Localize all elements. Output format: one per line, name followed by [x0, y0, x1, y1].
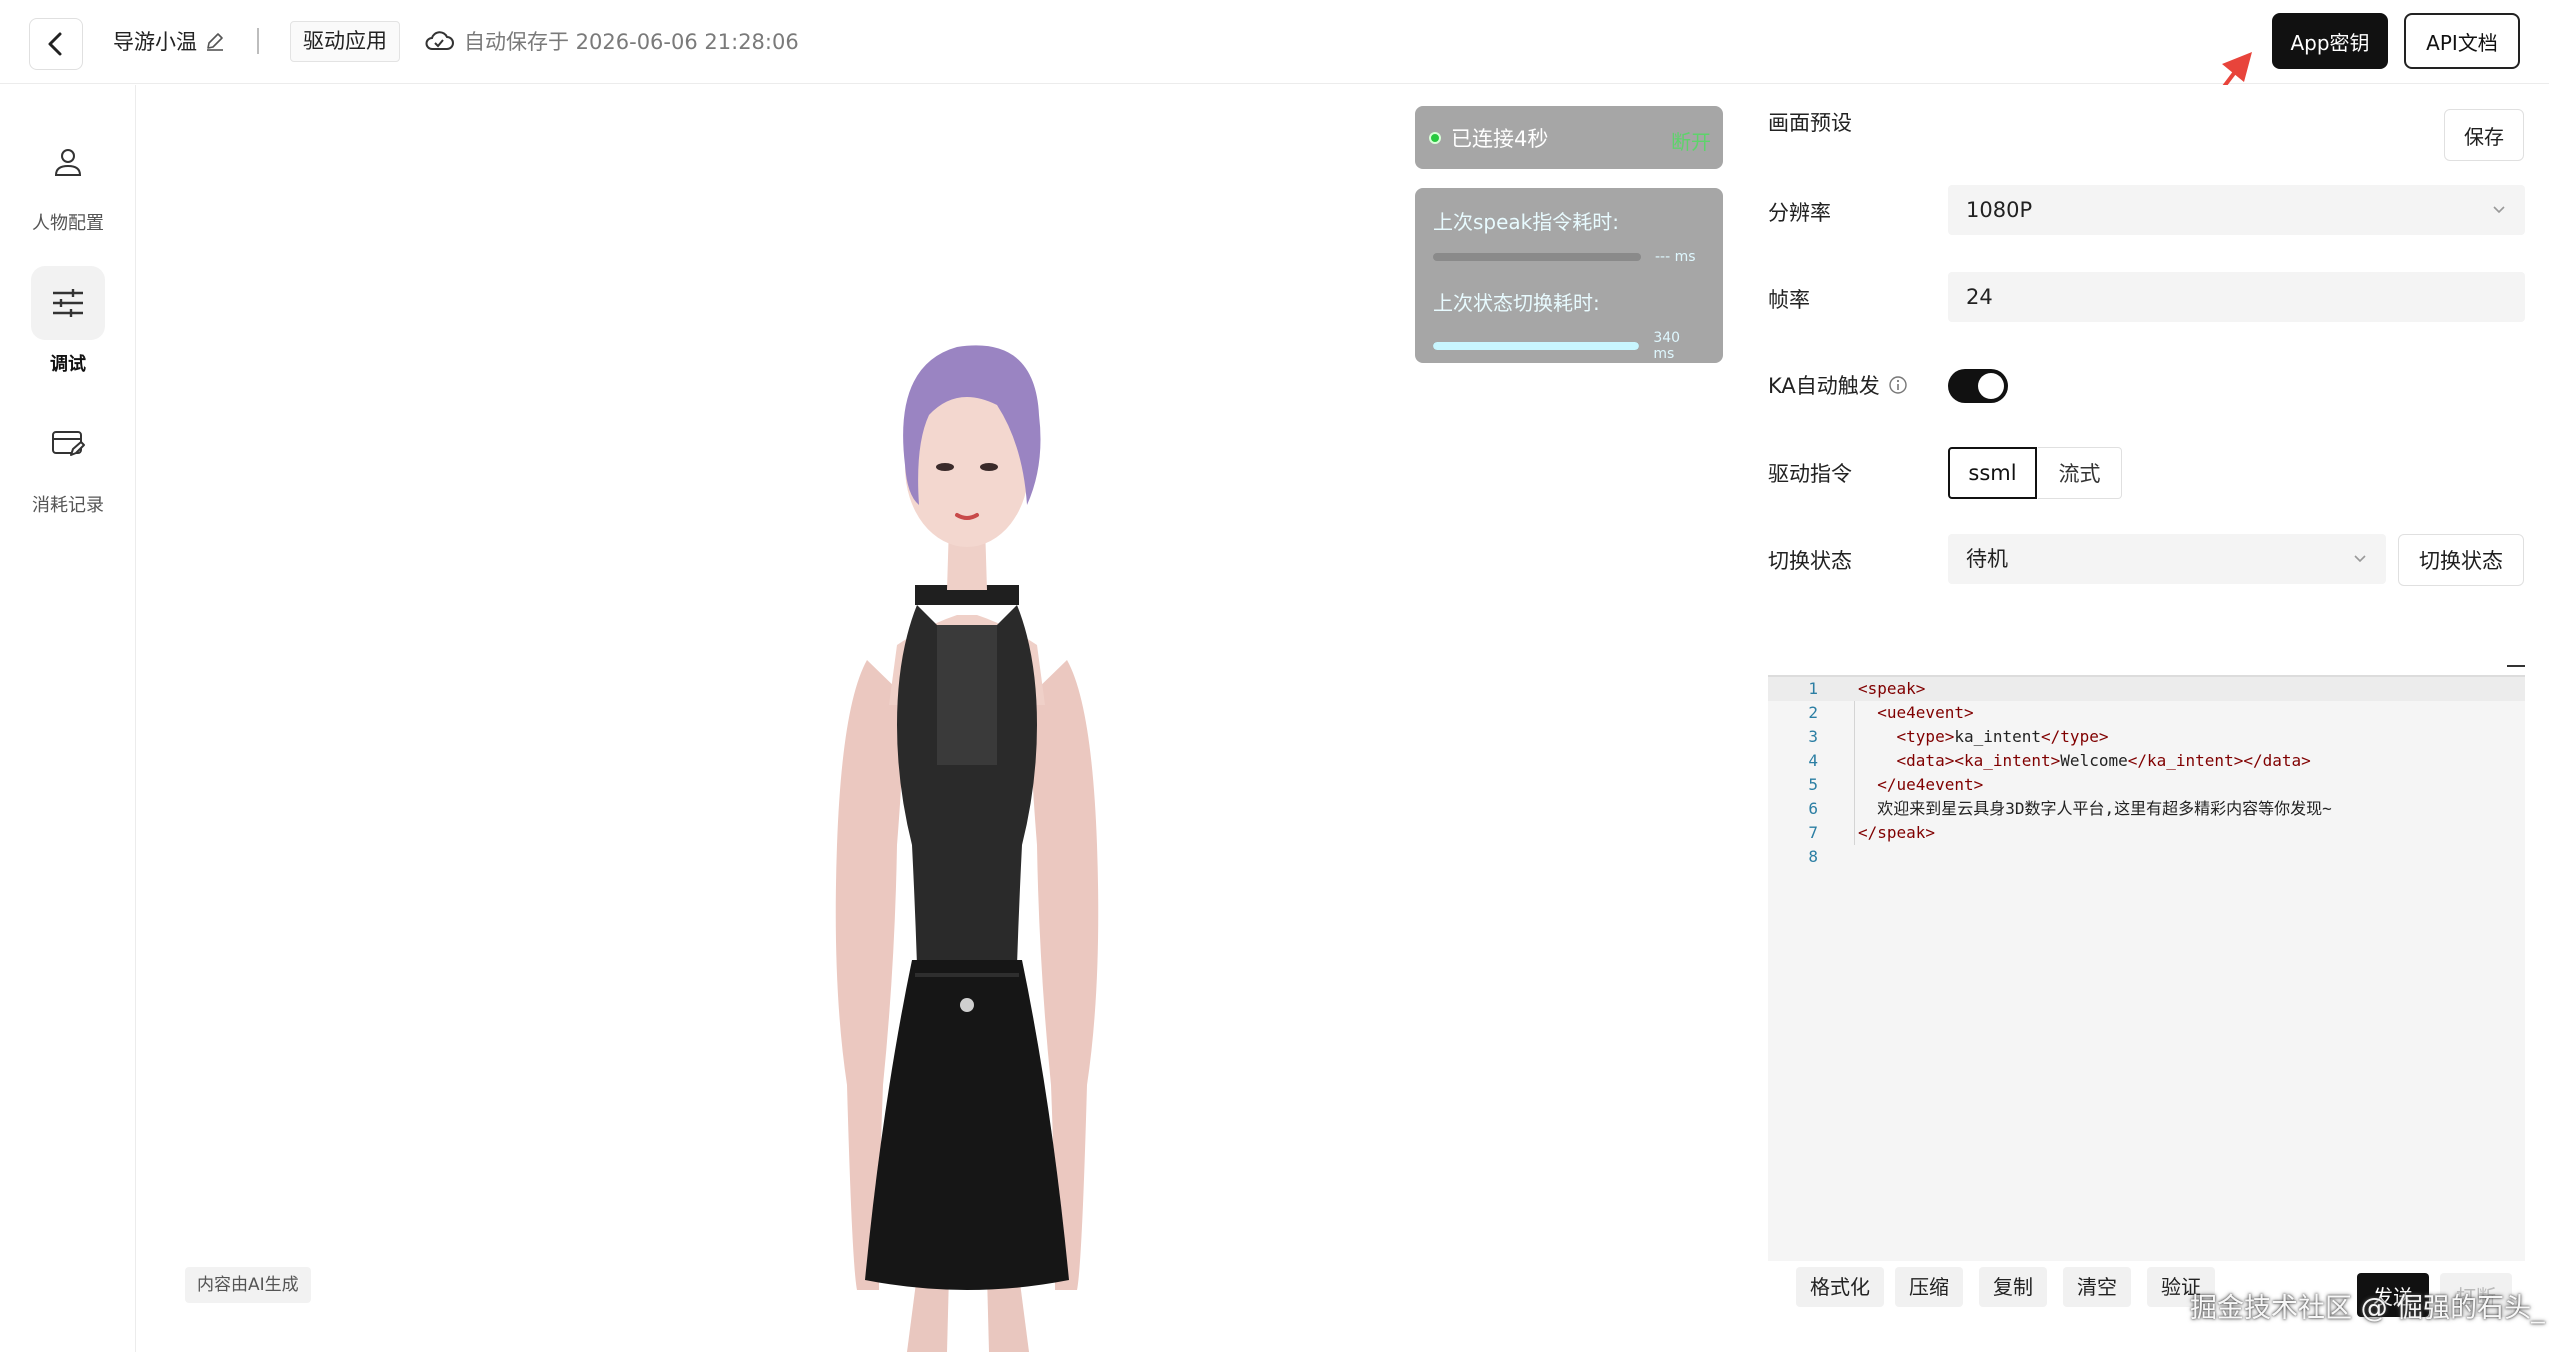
sidebar-icon-wrap [31, 125, 105, 199]
state-switch-latency-bar [1433, 342, 1640, 350]
ka-trigger-toggle[interactable] [1948, 369, 2008, 403]
state-switch-latency-value: 340 ms [1653, 330, 1681, 362]
code-text: <speak> [1858, 679, 1926, 698]
code-text: <type>ka_intent</type> [1896, 727, 2109, 746]
state-switch-latency-row: 340 ms [1433, 330, 1705, 362]
line-number: 7 [1808, 823, 1818, 842]
section-title: 画面预设 [1768, 111, 1852, 135]
sidebar-item-character-config[interactable]: 人物配置 [0, 125, 136, 235]
line-number: 4 [1808, 751, 1818, 770]
connected-dot-icon [1429, 131, 1441, 144]
connection-status-panel: 已连接4秒 断开 [1415, 106, 1723, 169]
watermark: 掘金技术社区 @ 倔强的石头_ [2190, 1293, 2545, 1324]
resolution-select[interactable]: 1080P [1948, 185, 2525, 235]
framerate-value: 24 [1966, 285, 1993, 309]
state-switch-latency-label: 上次状态切换耗时: [1433, 291, 1600, 315]
code-text: <data><ka_intent>Welcome</ka_intent></da… [1896, 751, 2311, 770]
resolution-label: 分辨率 [1768, 201, 1831, 225]
code-line: 6 欢迎来到星云具身3D数字人平台,这里有超多精彩内容等你发现~ [1768, 797, 2525, 821]
compress-button[interactable]: 压缩 [1895, 1267, 1963, 1307]
speak-latency-label: 上次speak指令耗时: [1433, 210, 1619, 234]
code-line: 8 [1768, 845, 2525, 869]
drive-command-label: 驱动指令 [1768, 462, 1852, 486]
ka-trigger-label-wrap: KA自动触发 [1768, 370, 1908, 400]
autosave-text: 自动保存于 2026-06-06 21:28:06 [464, 30, 799, 54]
copy-button[interactable]: 复制 [1979, 1267, 2047, 1307]
code-text: </speak> [1858, 823, 1936, 842]
state-select[interactable]: 待机 [1948, 534, 2386, 584]
framerate-label: 帧率 [1768, 288, 1810, 312]
line-number: 6 [1808, 799, 1818, 818]
config-panel: 画面预设 保存 分辨率 1080P 帧率 24 KA自动触发 驱动指令 ssml… [1738, 85, 2549, 1352]
code-line: 7 </speak> [1768, 821, 2525, 845]
speak-latency-row: --- ms [1433, 249, 1705, 265]
app-type-tag: 驱动应用 [290, 21, 400, 62]
app-name-label: 导游小温 [113, 30, 197, 54]
sidebar-item-label: 消耗记录 [32, 495, 104, 516]
clear-button[interactable]: 清空 [2063, 1267, 2131, 1307]
line-number: 3 [1808, 727, 1818, 746]
speak-latency-value: --- ms [1655, 249, 1696, 265]
code-lines: 1 <speak> 2 <ue4event> 3 <type>ka_intent</t… [1768, 677, 2525, 869]
ssml-code-editor[interactable]: 1 <speak> 2 <ue4event> 3 <type>ka_intent</t… [1768, 665, 2525, 1261]
code-line: 4 <data><ka_intent>Welcome</ka_intent></… [1768, 749, 2525, 773]
line-number: 5 [1808, 775, 1818, 794]
code-text: </ue4event> [1877, 775, 1984, 794]
disconnect-button[interactable]: 断开 [1671, 126, 1711, 155]
speak-latency-bar [1433, 253, 1641, 261]
resolution-value: 1080P [1966, 198, 2033, 222]
code-line: 2 <ue4event> [1768, 701, 2525, 725]
edit-icon[interactable] [205, 31, 225, 51]
sidebar-icon-wrap [31, 266, 105, 340]
code-line: 1 <speak> [1768, 677, 2525, 701]
latency-metrics-panel: 上次speak指令耗时: --- ms 上次状态切换耗时: 340 ms [1415, 188, 1723, 363]
sidebar-icon-wrap [31, 407, 105, 481]
code-text: <ue4event> [1877, 703, 1974, 722]
person-icon [54, 149, 82, 176]
back-button[interactable] [29, 18, 83, 70]
chevron-left-icon [48, 32, 62, 56]
code-line: 3 <type>ka_intent</type> [1768, 725, 2525, 749]
minimize-icon[interactable] [2507, 665, 2525, 667]
chevron-down-icon [2493, 206, 2505, 214]
api-docs-button[interactable]: API文档 [2404, 13, 2520, 69]
app-key-button[interactable]: App密钥 [2272, 13, 2388, 69]
sidebar-item-label: 人物配置 [32, 213, 104, 234]
sidebar-item-label: 调试 [50, 354, 86, 375]
save-button[interactable]: 保存 [2444, 109, 2524, 161]
format-button[interactable]: 格式化 [1796, 1267, 1884, 1307]
line-number: 8 [1808, 847, 1818, 866]
ai-generated-tag: 内容由AI生成 [185, 1267, 311, 1303]
line-number: 1 [1808, 679, 1818, 698]
drive-command-option-ssml[interactable]: ssml [1948, 447, 2037, 499]
switch-state-label: 切换状态 [1768, 549, 1852, 573]
app-name[interactable]: 导游小温 [113, 26, 225, 56]
info-icon[interactable] [1888, 375, 1908, 395]
state-switch-latency-bar-fill [1433, 342, 1640, 350]
state-select-value: 待机 [1966, 547, 2008, 571]
line-number: 2 [1808, 703, 1818, 722]
sidebar-item-debug[interactable]: 调试 [0, 266, 136, 376]
framerate-input[interactable]: 24 [1948, 272, 2525, 322]
ka-trigger-label: KA自动触发 [1768, 374, 1880, 398]
sidebar-item-usage-records[interactable]: 消耗记录 [0, 407, 136, 517]
autosave-status: 自动保存于 2026-06-06 21:28:06 [424, 26, 799, 56]
cloud-check-icon [425, 31, 454, 50]
sliders-icon [53, 289, 83, 317]
sidebar: 人物配置 调试 消耗记录 [0, 85, 136, 1352]
code-text: 欢迎来到星云具身3D数字人平台,这里有超多精彩内容等你发现~ [1858, 799, 2332, 818]
switch-state-button[interactable]: 切换状态 [2398, 534, 2524, 586]
card-edit-icon [52, 431, 85, 456]
header-divider [257, 28, 259, 54]
connection-status-text: 已连接4秒 [1451, 126, 1549, 151]
drive-command-option-stream[interactable]: 流式 [2038, 447, 2122, 499]
chevron-down-icon [2354, 555, 2366, 563]
code-line: 5 </ue4event> [1768, 773, 2525, 797]
digital-human-avatar [835, 345, 1099, 1352]
